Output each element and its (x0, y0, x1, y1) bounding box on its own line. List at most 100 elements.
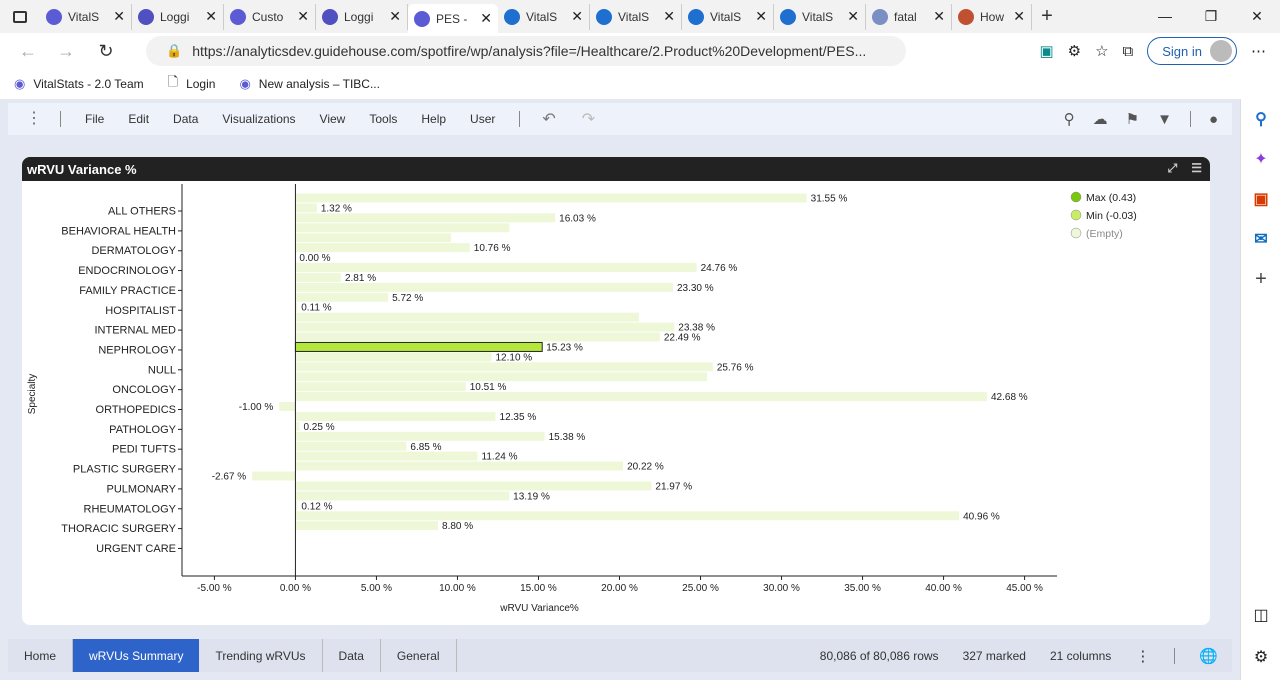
search-icon[interactable]: ⚲ (1241, 99, 1280, 139)
bar (279, 402, 296, 412)
row-count: 80,086 of 80,086 rows (819, 648, 939, 663)
divider (1174, 647, 1176, 664)
page-tab[interactable]: Home (8, 639, 74, 672)
tibco-icon (46, 8, 62, 25)
tab-title: VitalS (802, 9, 834, 24)
more-icon[interactable]: ⋯ (1251, 42, 1266, 60)
data-label: 10.51 % (470, 382, 507, 393)
category-label: URGENT CARE (96, 543, 176, 555)
menu-item-user[interactable]: User (470, 112, 495, 126)
browser-tab[interactable]: VitalS ✕ (774, 3, 866, 30)
browser-tab[interactable]: Custo ✕ (224, 3, 316, 30)
close-tab-icon[interactable]: ✕ (297, 8, 309, 25)
data-label: 12.10 % (495, 352, 532, 363)
close-tab-icon[interactable]: ✕ (755, 8, 767, 25)
puzzle-icon[interactable]: ⚙ (1068, 42, 1081, 60)
close-tab-icon[interactable]: ✕ (847, 8, 859, 25)
split-screen-icon[interactable]: ◫ (1241, 595, 1280, 635)
search-icon[interactable]: ⚲ (1064, 110, 1075, 128)
settings-icon[interactable]: ⚙ (1241, 637, 1280, 677)
add-icon[interactable]: + (1241, 259, 1280, 299)
panel-menu-icon[interactable]: ☰ (1191, 161, 1202, 176)
page-tab[interactable]: wRVUs Summary (73, 639, 200, 672)
menu-item-tools[interactable]: Tools (369, 112, 397, 126)
extension-icon[interactable]: ▣ (1039, 42, 1053, 60)
bookmark-item[interactable]: 🗋 Login (168, 73, 216, 95)
browser-tab[interactable]: VitalS ✕ (498, 3, 590, 30)
favorites-icon[interactable]: ☆ (1095, 42, 1108, 60)
browser-tab[interactable]: PES - ✕ (408, 3, 498, 34)
data-label: 0.12 % (301, 501, 332, 512)
azure-devops-icon (688, 8, 704, 25)
forward-button[interactable]: → (50, 41, 82, 62)
close-tab-icon[interactable]: ✕ (1013, 8, 1025, 25)
menu-handle-icon[interactable]: ⋮ (26, 111, 42, 127)
data-label: 23.30 % (677, 283, 714, 294)
page-tab[interactable]: Trending wRVUs (199, 639, 323, 672)
filter-icon[interactable]: ▼ (1157, 111, 1172, 128)
bookmark-icon[interactable]: ⚑ (1126, 110, 1139, 128)
bar (295, 352, 492, 362)
office-icon[interactable]: ▣ (1241, 179, 1280, 219)
back-button[interactable]: ← (12, 41, 44, 62)
close-tab-icon[interactable]: ✕ (480, 10, 492, 27)
browser-tab[interactable]: Loggi ✕ (316, 3, 408, 30)
bar (295, 372, 707, 382)
bookmark-item[interactable]: ◉ VitalStats - 2.0 Team (14, 76, 144, 92)
data-label: 16.03 % (559, 213, 596, 224)
tab-actions-button[interactable] (0, 0, 40, 33)
data-label: 11.24 % (482, 452, 518, 463)
visualization-panel: wRVU Variance % ⤢ ☰ 31.55 % 1.32 % 16.03 %… (22, 157, 1210, 625)
menu-item-data[interactable]: Data (173, 112, 198, 126)
browser-tab[interactable]: Loggi ✕ (132, 3, 224, 30)
undo-icon[interactable]: ↶ (542, 109, 555, 129)
bookmark-item[interactable]: ◉ New analysis – TIBC... (239, 76, 380, 92)
menu-item-visualizations[interactable]: Visualizations (222, 112, 295, 126)
menu-item-view[interactable]: View (320, 112, 346, 126)
url-field[interactable]: 🔒 https://analyticsdev.guidehouse.com/sp… (146, 36, 906, 66)
close-tab-icon[interactable]: ✕ (933, 8, 945, 25)
data-label: 15.23 % (546, 342, 583, 353)
menu-item-edit[interactable]: Edit (128, 112, 149, 126)
bar-chart[interactable]: 31.55 % 1.32 % 16.03 % 10.76 % 0.00 % 24.76 %… (22, 181, 1210, 625)
collections-icon[interactable]: ⧉ (1123, 43, 1134, 60)
browser-tab[interactable]: VitalS ✕ (40, 3, 132, 30)
tab-title: Loggi (344, 9, 374, 24)
restore-button[interactable]: ❐ (1188, 0, 1234, 33)
bar (295, 481, 652, 491)
collaboration-icon[interactable]: ☁ (1093, 110, 1108, 128)
legend-swatch (1070, 227, 1082, 239)
page-tab[interactable]: Data (323, 639, 381, 672)
copilot-icon[interactable]: ✦ (1241, 139, 1280, 179)
close-window-button[interactable]: ✕ (1234, 0, 1280, 33)
refresh-button[interactable]: ↻ (90, 41, 122, 62)
bar (295, 362, 713, 372)
menu-item-file[interactable]: File (85, 112, 104, 126)
data-label: 12.35 % (500, 412, 537, 423)
browser-tab[interactable]: fatal ✕ (866, 3, 952, 30)
collapse-icon[interactable]: ⤢ (1168, 161, 1178, 176)
tab-title: VitalS (618, 9, 650, 24)
more-vertical-icon[interactable]: ⋮ (1135, 647, 1150, 665)
close-tab-icon[interactable]: ✕ (389, 8, 401, 25)
browser-tab[interactable]: How ✕ (952, 3, 1032, 30)
page-tab[interactable]: General (381, 639, 457, 672)
spotfire-app: ⋮ File Edit Data Visualizations View Tools Hel… (0, 99, 1240, 680)
close-tab-icon[interactable]: ✕ (663, 8, 675, 25)
menu-item-help[interactable]: Help (421, 112, 446, 126)
new-tab-button[interactable]: + (1032, 5, 1062, 28)
close-tab-icon[interactable]: ✕ (205, 8, 217, 25)
x-tick-label: 10.00 % (439, 583, 476, 594)
close-tab-icon[interactable]: ✕ (571, 8, 583, 25)
browser-tab[interactable]: VitalS ✕ (682, 3, 774, 30)
sign-in-button[interactable]: Sign in (1147, 37, 1237, 65)
globe-icon[interactable]: 🌐 (1199, 647, 1218, 665)
close-tab-icon[interactable]: ✕ (113, 8, 125, 25)
notifications-icon[interactable]: ● (1209, 111, 1218, 128)
category-label: ONCOLOGY (112, 384, 176, 396)
browser-tab[interactable]: VitalS ✕ (590, 3, 682, 30)
minimize-button[interactable]: — (1142, 0, 1188, 33)
app-icon (138, 8, 154, 25)
x-tick-label: 30.00 % (763, 583, 800, 594)
outlook-icon[interactable]: ✉ (1241, 219, 1280, 259)
